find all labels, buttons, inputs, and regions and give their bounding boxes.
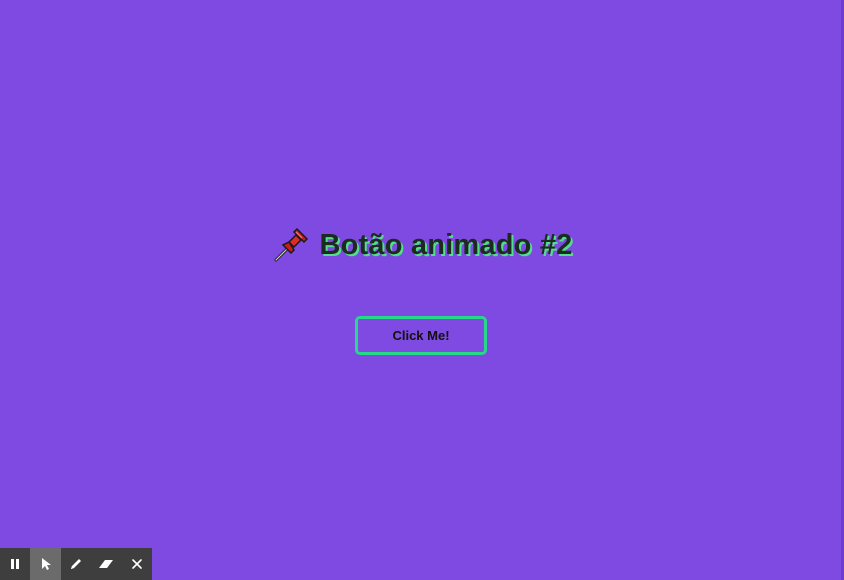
pause-button[interactable] [0, 548, 30, 580]
page-heading: Botão animado #2 [0, 226, 844, 264]
eraser-icon [99, 560, 114, 568]
cursor-icon [41, 558, 51, 570]
pencil-tool-button[interactable] [61, 548, 91, 580]
close-toolbar-button[interactable] [122, 548, 152, 580]
page-title: Botão animado #2 [319, 228, 573, 261]
select-tool-button[interactable] [30, 548, 61, 580]
pushpin-icon [272, 226, 310, 264]
pencil-icon [70, 559, 81, 569]
annotation-toolbar [0, 548, 152, 580]
close-icon [131, 559, 142, 569]
click-me-button[interactable]: Click Me! [355, 316, 487, 355]
eraser-tool-button[interactable] [91, 548, 121, 580]
pause-icon [11, 559, 20, 569]
